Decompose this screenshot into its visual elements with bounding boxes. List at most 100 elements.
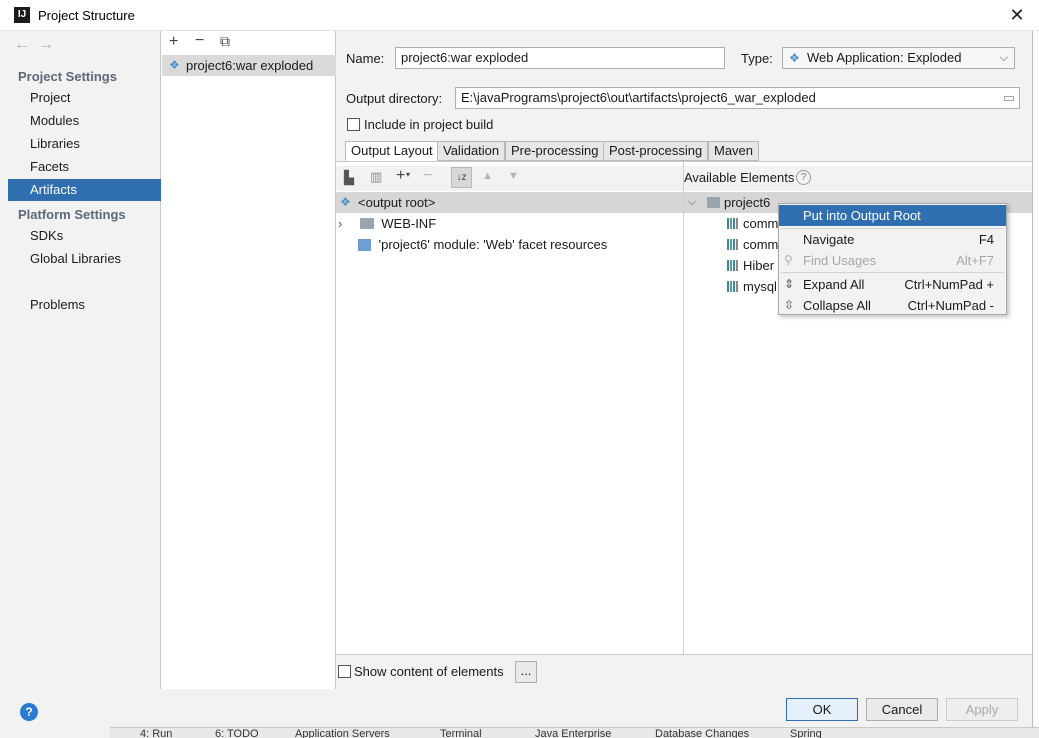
menu-item-shortcut: Alt+F7 [956, 253, 994, 268]
lib-label: mysql [743, 279, 777, 294]
nav-item-facets[interactable]: Facets [8, 156, 161, 178]
nav-item-modules[interactable]: Modules [8, 110, 161, 132]
include-build-label: Include in project build [364, 117, 494, 132]
show-content-checkbox[interactable] [338, 665, 351, 678]
sort-icon[interactable]: ↓z [451, 167, 472, 188]
window-title: Project Structure [38, 8, 135, 23]
output-dir-label: Output directory: [346, 91, 443, 106]
remove-element-icon[interactable]: − [423, 167, 432, 185]
collapse-all-icon: ⇳ [784, 298, 795, 312]
nav-item-artifacts[interactable]: Artifacts [8, 179, 161, 201]
add-dropdown-icon[interactable]: ▾ [406, 170, 410, 179]
copy-icon[interactable]: ⧉ [220, 33, 230, 50]
ok-button[interactable]: OK [786, 698, 858, 721]
web-artifact-icon: ❖ [169, 58, 180, 72]
tab-maven[interactable]: Maven [708, 141, 760, 161]
menu-item-label: Collapse All [803, 298, 871, 313]
menu-item-label: Expand All [803, 277, 865, 292]
module-folder-icon [707, 197, 720, 208]
available-lib-node[interactable]: comm [727, 213, 778, 234]
available-lib-node[interactable]: comm [727, 234, 778, 255]
help-icon[interactable]: ? [796, 170, 811, 185]
menu-separator [781, 272, 1004, 273]
menu-item-put-into-output-root[interactable]: Put into Output Root [779, 205, 1006, 226]
ide-tab-spring[interactable]: Spring [790, 728, 822, 738]
type-dropdown[interactable]: ❖ Web Application: Exploded ⌵ [782, 47, 1015, 69]
available-elements-label: Available Elements [684, 170, 795, 185]
ide-tab-database-changes[interactable]: Database Changes [655, 728, 749, 738]
menu-item-find-usages[interactable]: ⚲ Find Usages Alt+F7 [779, 250, 1006, 271]
ide-tool-window-bar: 4: Run 6: TODO Application Servers Termi… [110, 727, 1039, 738]
expand-arrow-icon[interactable]: › [338, 213, 356, 234]
nav-item-global-libraries[interactable]: Global Libraries [8, 248, 161, 270]
tab-output-layout[interactable]: Output Layout [345, 141, 439, 161]
library-icon [727, 260, 739, 271]
output-dir-value: E:\javaPrograms\project6\out\artifacts\p… [461, 90, 816, 105]
ide-tab-app-servers[interactable]: Application Servers [295, 728, 390, 738]
new-folder-icon[interactable]: ▙ [344, 170, 354, 186]
name-label: Name: [346, 51, 385, 66]
library-icon [727, 239, 739, 250]
cancel-button[interactable]: Cancel [866, 698, 938, 721]
archive-icon[interactable]: ▥ [370, 169, 382, 185]
tab-pre-processing[interactable]: Pre-processing [505, 141, 605, 161]
include-build-checkbox[interactable] [347, 118, 360, 131]
project-settings-header: Project Settings [18, 69, 117, 84]
menu-item-collapse-all[interactable]: ⇳ Collapse All Ctrl+NumPad - [779, 295, 1006, 316]
close-window-button[interactable]: ✕ [1004, 2, 1030, 28]
artifact-list-item[interactable]: ❖ project6:war exploded [162, 55, 336, 76]
panel-splitter[interactable] [683, 161, 684, 654]
web-artifact-icon: ❖ [789, 51, 800, 65]
lib-label: comm [743, 237, 779, 252]
facet-resources-label: 'project6' module: 'Web' facet resources [378, 237, 608, 252]
available-lib-node[interactable]: mysql [727, 276, 777, 297]
move-up-icon[interactable]: ▲ [482, 170, 493, 182]
add-icon[interactable]: + [169, 33, 178, 51]
menu-item-label: Navigate [803, 232, 855, 247]
tab-post-processing[interactable]: Post-processing [603, 141, 709, 161]
more-options-button[interactable]: ... [515, 661, 537, 683]
facet-resources-icon [358, 239, 371, 251]
tree-node-facet-resources[interactable]: 'project6' module: 'Web' facet resources [358, 234, 678, 255]
artifact-list-pane [161, 31, 336, 689]
ide-tab-java-enterprise[interactable]: Java Enterprise [535, 728, 611, 738]
tab-validation[interactable]: Validation [437, 141, 506, 161]
back-forward-arrows[interactable]: ←→ [14, 36, 62, 54]
title-bar [0, 0, 1039, 31]
chevron-down-icon: ⌵ [999, 52, 1008, 64]
show-content-label: Show content of elements [354, 664, 504, 679]
menu-item-label: Put into Output Root [803, 208, 921, 223]
name-field[interactable]: project6:war exploded [395, 47, 725, 69]
nav-item-sdks[interactable]: SDKs [8, 225, 161, 247]
menu-item-navigate[interactable]: Navigate F4 [779, 229, 1006, 250]
layout-toolbar: ▙ ▥ + ▾ − ↓z ▲ ▼ [336, 166, 683, 191]
platform-settings-header: Platform Settings [18, 207, 126, 222]
ide-tab-terminal[interactable]: Terminal [440, 728, 482, 738]
intellij-app-icon: IJ [14, 7, 30, 23]
apply-button[interactable]: Apply [946, 698, 1018, 721]
output-root-node[interactable]: ❖ <output root> [336, 192, 683, 213]
expand-all-icon: ⇕ [784, 277, 795, 291]
move-down-icon[interactable]: ▼ [508, 170, 519, 182]
tree-node-web-inf[interactable]: › WEB-INF [338, 213, 678, 234]
menu-item-shortcut: F4 [978, 232, 994, 247]
lib-label: comm [743, 216, 779, 231]
ide-tab-todo[interactable]: 6: TODO [215, 728, 259, 738]
add-copy-icon[interactable]: + [396, 167, 405, 185]
help-button[interactable]: ? [20, 703, 38, 721]
available-elements-header: Available Elements ? [684, 166, 1032, 191]
browse-folder-icon[interactable]: ▭ [1003, 88, 1015, 108]
remove-icon[interactable]: − [195, 32, 204, 50]
type-label: Type: [741, 51, 773, 66]
lib-label: Hiber [743, 258, 775, 273]
nav-item-problems[interactable]: Problems [8, 294, 161, 316]
project-node-label: project6 [724, 195, 771, 210]
output-dir-field[interactable]: E:\javaPrograms\project6\out\artifacts\p… [455, 87, 1020, 109]
ide-tab-run[interactable]: 4: Run [140, 728, 172, 738]
nav-item-project[interactable]: Project [8, 87, 161, 109]
menu-item-shortcut: Ctrl+NumPad - [907, 298, 994, 313]
available-lib-node[interactable]: Hiber [727, 255, 774, 276]
menu-item-expand-all[interactable]: ⇕ Expand All Ctrl+NumPad + [779, 274, 1006, 295]
nav-item-libraries[interactable]: Libraries [8, 133, 161, 155]
collapse-arrow-icon[interactable]: ⌵ [688, 192, 696, 213]
